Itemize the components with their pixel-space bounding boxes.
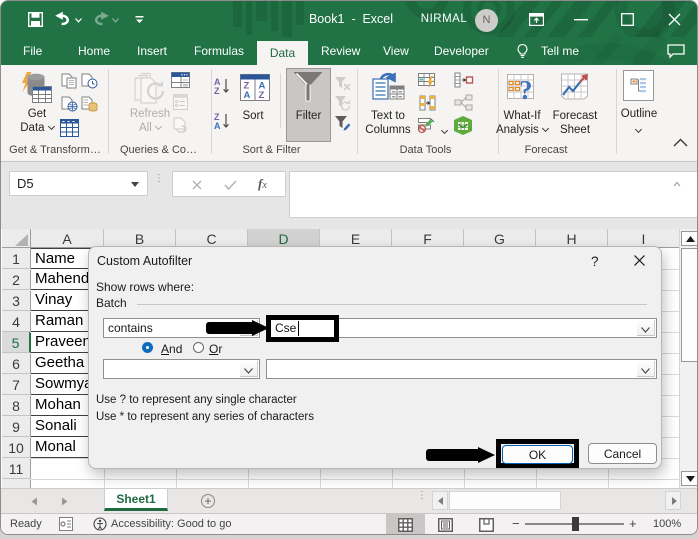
svg-text:A: A xyxy=(244,90,251,101)
svg-text:?: ? xyxy=(519,75,533,105)
svg-text:Z: Z xyxy=(214,86,220,96)
svg-text:A: A xyxy=(214,121,221,131)
svg-text:Z: Z xyxy=(259,90,265,101)
